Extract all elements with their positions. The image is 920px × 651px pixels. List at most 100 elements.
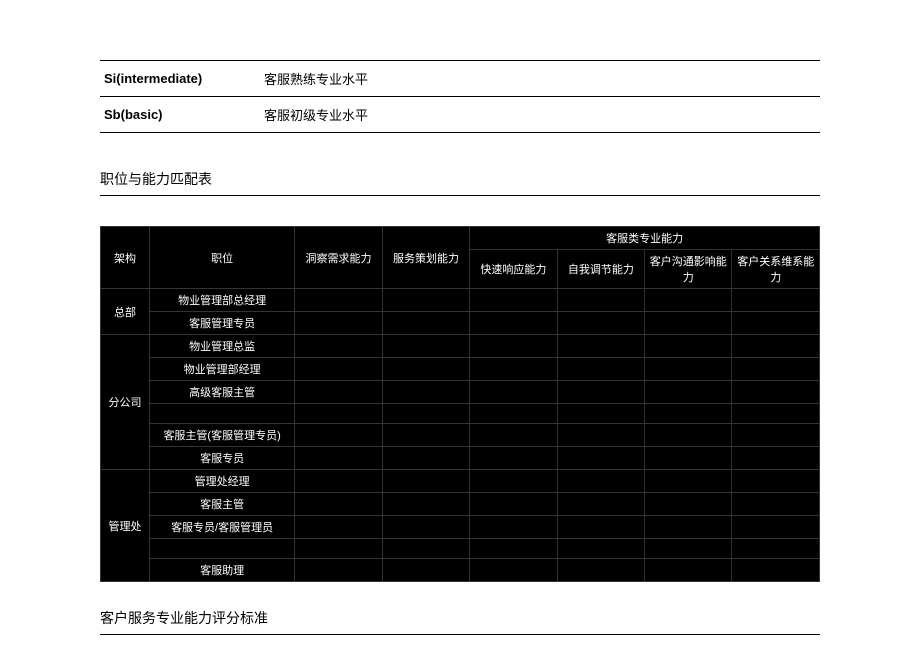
cap-cell [557, 381, 644, 404]
cap-cell [645, 381, 732, 404]
matrix-row: 客服专员/客服管理员 [101, 516, 820, 539]
cap-cell [557, 447, 644, 470]
cap-cell [295, 539, 382, 559]
level-code: Sb(basic) [100, 97, 260, 133]
cap-cell [557, 424, 644, 447]
cap-cell [557, 358, 644, 381]
cap-cell [557, 539, 644, 559]
cap-cell [470, 539, 557, 559]
position-capability-matrix: 架构 职位 洞察需求能力 服务策划能力 客服类专业能力 快速响应能力 自我调节能… [100, 226, 820, 582]
cap-cell [557, 404, 644, 424]
cap-cell [645, 424, 732, 447]
position-cell: 客服助理 [149, 559, 294, 582]
cap-cell [557, 493, 644, 516]
position-cell: 高级客服主管 [149, 381, 294, 404]
cap-cell [557, 312, 644, 335]
matrix-row: 分公司 物业管理总监 [101, 335, 820, 358]
cap-cell [295, 424, 382, 447]
position-cell: 客服管理专员 [149, 312, 294, 335]
cap-cell [295, 358, 382, 381]
cap-cell [295, 447, 382, 470]
position-cell: 物业管理部总经理 [149, 289, 294, 312]
level-row: Si(intermediate) 客服熟练专业水平 [100, 61, 820, 97]
cap-cell [732, 516, 820, 539]
header-org: 架构 [101, 227, 150, 289]
matrix-row: 客服专员 [101, 447, 820, 470]
cap-cell [382, 424, 469, 447]
cap-cell [382, 539, 469, 559]
cap-cell [645, 539, 732, 559]
cap-cell [382, 312, 469, 335]
cap-cell [557, 289, 644, 312]
position-cell: 物业管理部经理 [149, 358, 294, 381]
cap-cell [470, 289, 557, 312]
cap-cell [732, 358, 820, 381]
position-cell: 客服专员 [149, 447, 294, 470]
cap-cell [295, 559, 382, 582]
cap-cell [382, 470, 469, 493]
level-desc: 客服熟练专业水平 [260, 61, 820, 97]
position-cell: 客服专员/客服管理员 [149, 516, 294, 539]
cap-cell [645, 404, 732, 424]
cap-cell [732, 335, 820, 358]
org-cell: 分公司 [101, 335, 150, 470]
matrix-row: 物业管理部经理 [101, 358, 820, 381]
position-cell: 客服主管(客服管理专员) [149, 424, 294, 447]
cap-cell [732, 447, 820, 470]
cap-cell [470, 381, 557, 404]
cap-cell [382, 559, 469, 582]
matrix-row: 客服主管 [101, 493, 820, 516]
cap-cell [645, 559, 732, 582]
cap-cell [645, 289, 732, 312]
cap-cell [382, 493, 469, 516]
cap-cell [557, 559, 644, 582]
cap-cell [295, 289, 382, 312]
matrix-row: 高级客服主管 [101, 381, 820, 404]
cap-cell [645, 470, 732, 493]
matrix-row [101, 539, 820, 559]
cap-cell [382, 335, 469, 358]
cap-cell [295, 516, 382, 539]
cap-cell [732, 404, 820, 424]
cap-cell [470, 404, 557, 424]
cap-cell [732, 539, 820, 559]
cap-cell [645, 516, 732, 539]
cap-cell [470, 447, 557, 470]
header-cap-1: 服务策划能力 [382, 227, 469, 289]
cap-cell [645, 358, 732, 381]
cap-cell [295, 404, 382, 424]
cap-cell [382, 447, 469, 470]
header-cap-2: 快速响应能力 [470, 250, 557, 289]
cap-cell [732, 559, 820, 582]
cap-cell [295, 381, 382, 404]
level-code: Si(intermediate) [100, 61, 260, 97]
cap-cell [295, 312, 382, 335]
cap-cell [382, 404, 469, 424]
cap-cell [732, 381, 820, 404]
matrix-row [101, 404, 820, 424]
cap-cell [382, 381, 469, 404]
cap-cell [470, 493, 557, 516]
cap-cell [732, 289, 820, 312]
position-cell: 客服主管 [149, 493, 294, 516]
matrix-header-row-1: 架构 职位 洞察需求能力 服务策划能力 客服类专业能力 [101, 227, 820, 250]
cap-cell [382, 289, 469, 312]
cap-cell [295, 470, 382, 493]
cap-cell [732, 312, 820, 335]
matrix-row: 客服助理 [101, 559, 820, 582]
section-title-matching: 职位与能力匹配表 [100, 163, 820, 196]
cap-cell [470, 335, 557, 358]
cap-cell [645, 447, 732, 470]
cap-cell [645, 335, 732, 358]
position-cell: 管理处经理 [149, 470, 294, 493]
matrix-row: 总部 物业管理部总经理 [101, 289, 820, 312]
header-cap-5: 客户关系维系能力 [732, 250, 820, 289]
section-title-scoring: 客户服务专业能力评分标准 [100, 602, 820, 635]
cap-cell [645, 493, 732, 516]
header-cap-4: 客户沟通影响能力 [645, 250, 732, 289]
cap-cell [732, 424, 820, 447]
cap-cell [470, 559, 557, 582]
level-desc: 客服初级专业水平 [260, 97, 820, 133]
position-cell [149, 539, 294, 559]
cap-cell [470, 312, 557, 335]
